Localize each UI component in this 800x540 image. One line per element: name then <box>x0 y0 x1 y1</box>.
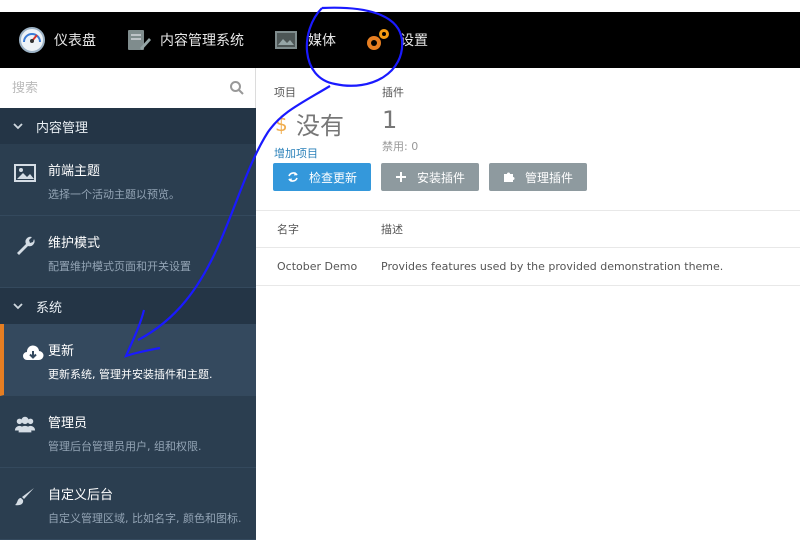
currency-icon: $ <box>274 112 292 136</box>
chevron-down-icon <box>12 120 24 132</box>
projects-value: 没有 <box>296 112 344 140</box>
check-updates-button[interactable]: 检查更新 <box>273 163 372 191</box>
sidebar-item-title: 维护模式 <box>48 236 101 251</box>
cms-pencil-icon <box>124 26 152 54</box>
plus-icon <box>395 171 407 183</box>
sidebar-search <box>0 68 256 108</box>
nav-cms-label: 内容管理系统 <box>160 33 244 49</box>
projects-label: 项目 <box>274 86 296 99</box>
nav-dashboard-label: 仪表盘 <box>54 33 96 49</box>
dashboard-gauge-icon <box>18 26 46 54</box>
manage-plugins-button[interactable]: 管理插件 <box>489 163 588 191</box>
install-plugins-button[interactable]: 安装插件 <box>381 163 480 191</box>
sidebar-item-desc: 选择一个活动主题以预览。 <box>48 188 180 201</box>
scoreboard-plugins: 插件 1 禁用: 0 <box>382 84 462 154</box>
column-header-name[interactable]: 名字 <box>256 221 381 237</box>
sidebar-item-desc: 配置维护模式页面和开关设置 <box>48 260 191 273</box>
wrench-icon <box>14 234 36 256</box>
section-header-system[interactable]: 系统 <box>0 288 256 324</box>
sidebar-item-desc: 自定义管理区域, 比如名字, 颜色和图标. <box>48 512 242 525</box>
sidebar-item-themes[interactable]: 前端主题 选择一个活动主题以预览。 <box>0 144 256 216</box>
main-content: 项目 $ 没有 增加项目 插件 1 禁用: 0 检查更新 安装插件 管理插件 名… <box>256 68 800 540</box>
sidebar-item-title: 更新 <box>48 344 75 359</box>
nav-settings-label: 设置 <box>400 33 428 49</box>
sidebar-item-title: 管理员 <box>48 416 88 431</box>
check-updates-label: 检查更新 <box>309 170 358 185</box>
column-header-description[interactable]: 描述 <box>381 221 800 237</box>
nav-media[interactable]: 媒体 <box>272 12 336 68</box>
puzzle-icon <box>503 171 515 183</box>
chevron-down-icon <box>12 300 24 312</box>
sidebar-item-title: 前端主题 <box>48 164 101 179</box>
users-icon <box>14 414 36 436</box>
toolbar: 检查更新 安装插件 管理插件 <box>273 163 597 191</box>
nav-cms[interactable]: 内容管理系统 <box>124 12 244 68</box>
add-project-link[interactable]: 增加项目 <box>274 145 374 161</box>
plugins-table: 名字 描述 October Demo Provides features use… <box>256 210 800 286</box>
search-icon[interactable] <box>229 80 245 96</box>
picture-icon <box>14 162 36 184</box>
section-header-content[interactable]: 内容管理 <box>0 108 256 144</box>
plugins-label: 插件 <box>382 86 404 99</box>
plugins-value: 1 <box>382 106 398 134</box>
plugin-description-cell: Provides features used by the provided d… <box>381 260 724 273</box>
paintbrush-icon <box>14 486 36 508</box>
table-row[interactable]: October Demo Provides features used by t… <box>256 248 800 286</box>
manage-plugins-label: 管理插件 <box>525 170 574 185</box>
sidebar-item-maintenance[interactable]: 维护模式 配置维护模式页面和开关设置 <box>0 216 256 288</box>
section-title: 系统 <box>36 300 63 316</box>
install-plugins-label: 安装插件 <box>417 170 466 185</box>
sidebar-item-administrators[interactable]: 管理员 管理后台管理员用户, 组和权限. <box>0 396 256 468</box>
settings-gears-icon <box>364 26 392 54</box>
table-header: 名字 描述 <box>256 210 800 248</box>
plugins-disabled-count: 禁用: 0 <box>382 140 419 153</box>
top-navbar: 仪表盘 内容管理系统 媒体 设置 <box>0 12 800 68</box>
nav-dashboard[interactable]: 仪表盘 <box>18 12 96 68</box>
projects-value-row: $ 没有 <box>274 106 374 141</box>
sidebar-item-desc: 更新系统, 管理并安装插件和主题. <box>48 368 213 381</box>
section-title: 内容管理 <box>36 120 89 136</box>
cloud-download-icon <box>22 342 44 364</box>
plugin-name-cell: October Demo <box>277 260 358 273</box>
top-margin <box>0 0 800 12</box>
refresh-icon <box>287 171 299 183</box>
sidebar-item-updates[interactable]: 更新 更新系统, 管理并安装插件和主题. <box>0 324 256 396</box>
sidebar-item-desc: 管理后台管理员用户, 组和权限. <box>48 440 202 453</box>
nav-media-label: 媒体 <box>308 33 336 49</box>
sidebar-item-customize[interactable]: 自定义后台 自定义管理区域, 比如名字, 颜色和图标. <box>0 468 256 540</box>
scoreboard-projects: 项目 $ 没有 增加项目 <box>274 84 374 161</box>
sidebar-item-title: 自定义后台 <box>48 488 114 503</box>
media-image-icon <box>272 26 300 54</box>
search-input[interactable] <box>12 80 229 96</box>
nav-settings[interactable]: 设置 <box>364 12 428 68</box>
svg-text:$: $ <box>275 112 288 136</box>
settings-sidebar: 内容管理 前端主题 选择一个活动主题以预览。 维护模式 配置维护模式页面和开关设… <box>0 68 256 540</box>
